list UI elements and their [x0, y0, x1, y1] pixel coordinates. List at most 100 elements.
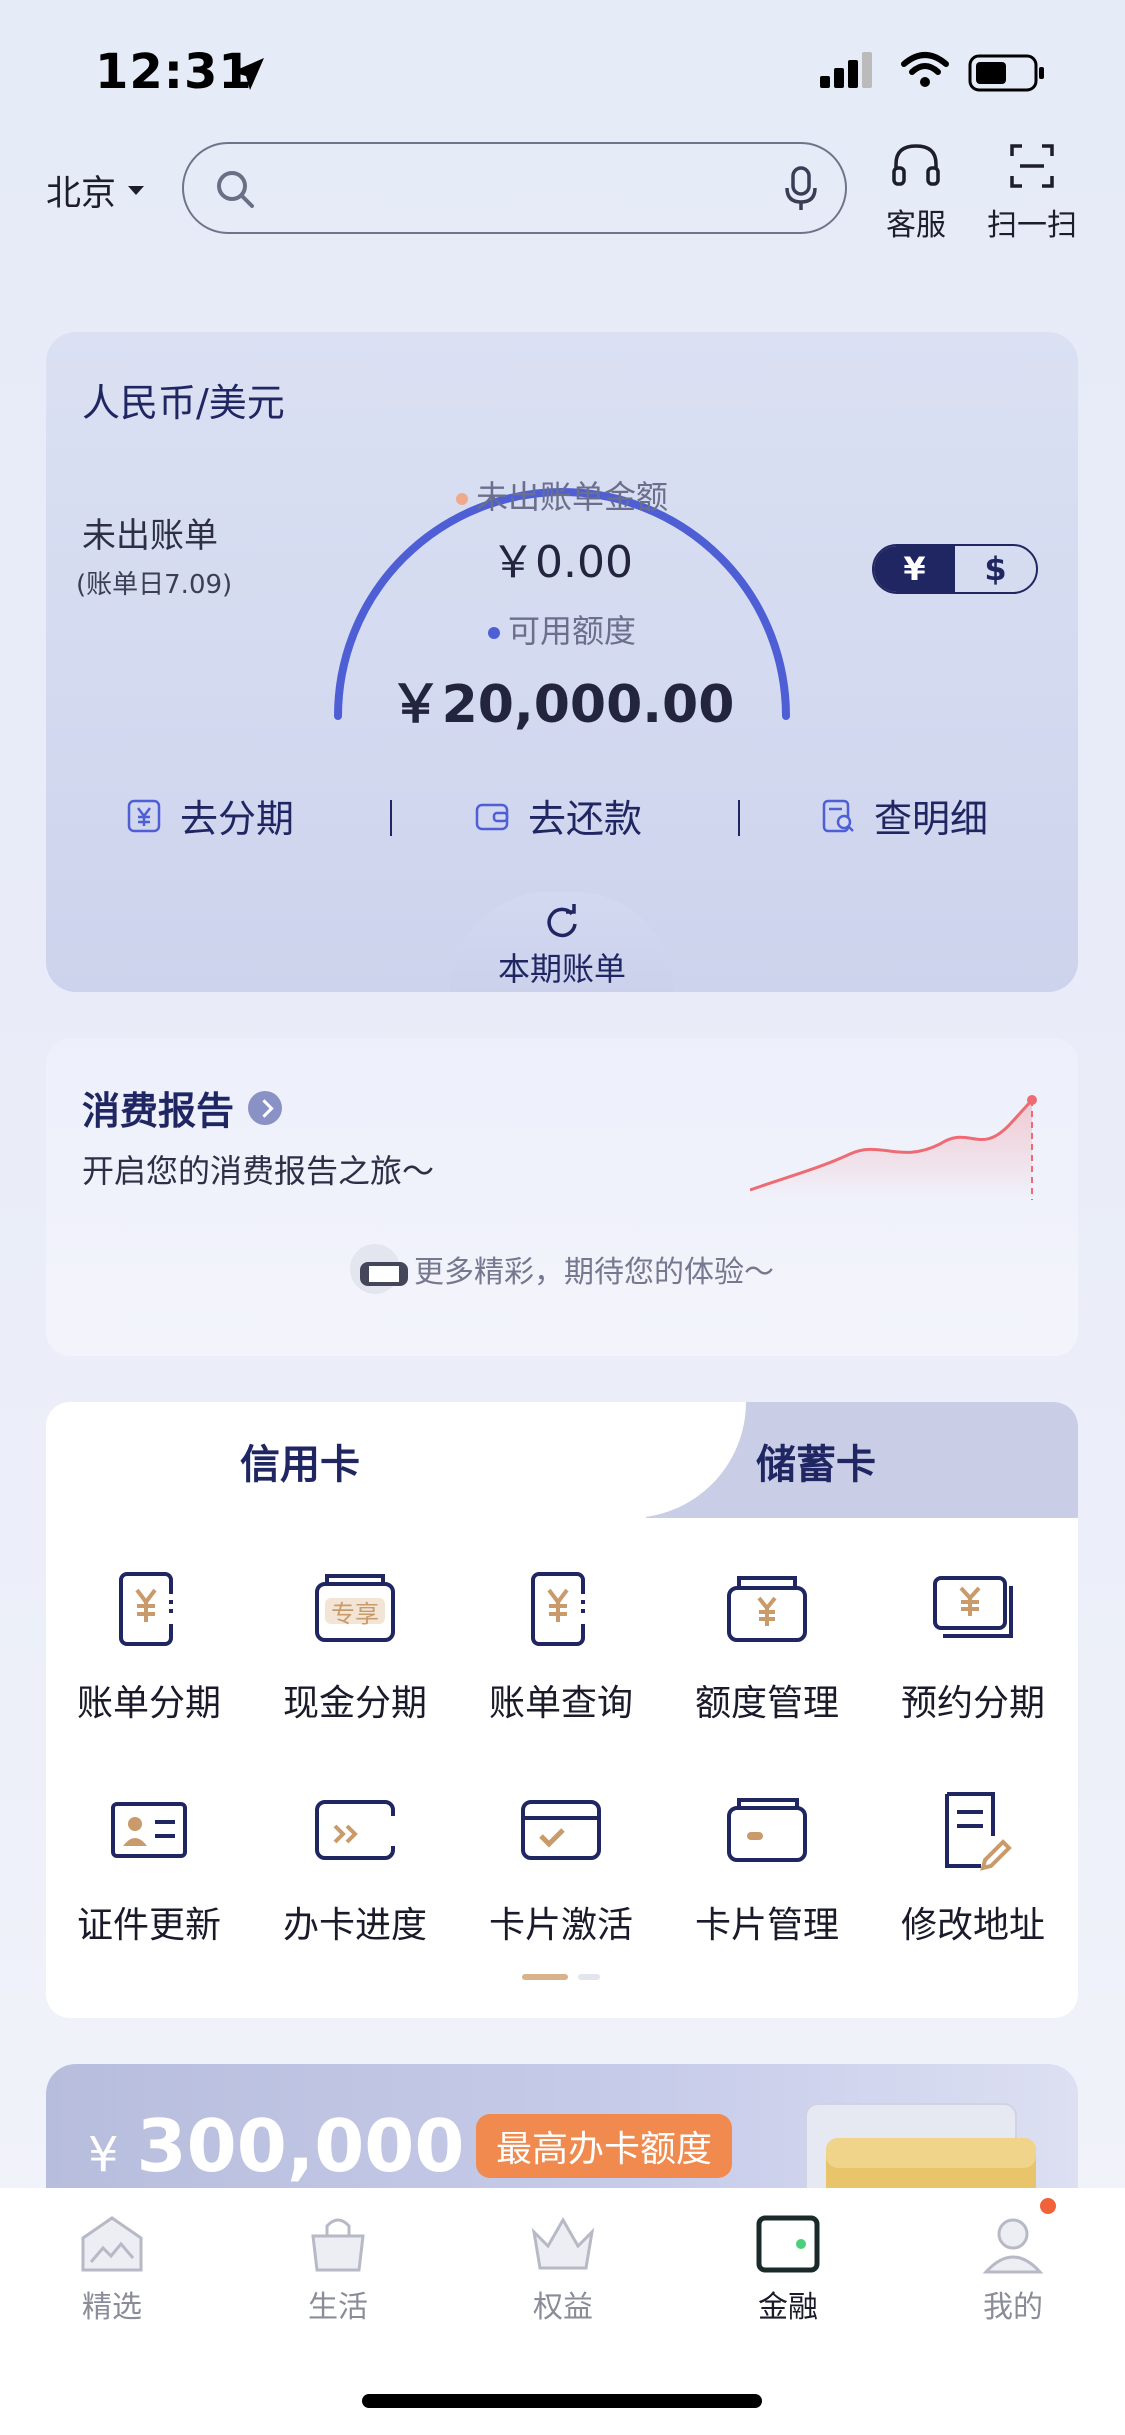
wifi-icon: [901, 52, 949, 87]
available-credit-label: 可用额度: [46, 606, 1078, 652]
featured-icon: [81, 2216, 143, 2272]
trend-chart-illustration: [750, 1095, 1037, 1202]
nav-benefits[interactable]: 权益: [493, 2212, 633, 2326]
nav-finance-label: 金融: [758, 2290, 818, 2325]
benefits-icon: [531, 2216, 595, 2270]
tab-credit-card[interactable]: 信用卡: [240, 1432, 360, 1490]
credit-limit-button[interactable]: 额度管理: [664, 1564, 870, 1726]
card-activation-button[interactable]: 卡片激活: [458, 1786, 664, 1948]
available-credit: ￥20,000.00: [389, 675, 735, 735]
application-progress-label: 办卡进度: [282, 1905, 427, 1946]
card-management-icon: [727, 1798, 807, 1862]
page-dot-active: [522, 1974, 568, 1980]
currency-toggle[interactable]: ¥ $: [872, 544, 1038, 594]
promo-badge: 最高办卡额度: [476, 2114, 733, 2178]
bill-query-icon: [531, 1572, 586, 1646]
cellular-signal-icon: [820, 52, 872, 88]
life-icon: [311, 2218, 365, 2272]
report-more-text: 更多精彩，期待您的体验～: [46, 1244, 1078, 1294]
card-management-button[interactable]: 卡片管理: [664, 1786, 870, 1948]
customer-service-label: 客服: [886, 208, 946, 243]
application-progress-button[interactable]: 办卡进度: [252, 1786, 458, 1948]
chevron-right-icon: [248, 1090, 283, 1125]
wallet-icon: [475, 803, 509, 830]
credit-limit-label: 额度管理: [694, 1683, 839, 1724]
details-button[interactable]: 查明细: [820, 788, 988, 843]
bill-installment-label: 账单分期: [76, 1683, 221, 1724]
currency-usd-option[interactable]: $: [955, 546, 1036, 592]
nav-profile[interactable]: 我的: [943, 2212, 1083, 2326]
scheduled-installment-icon: [933, 1576, 1013, 1638]
document-search-icon: [822, 799, 854, 832]
chevron-down-icon: [128, 186, 145, 195]
exclusive-badge: 专享: [331, 1600, 379, 1628]
blue-dot-icon: [487, 627, 500, 639]
notification-dot: [1040, 2198, 1056, 2214]
id-update-label: 证件更新: [76, 1905, 221, 1946]
current-period-label: 本期账单: [497, 950, 626, 988]
bill-query-label: 账单查询: [488, 1683, 633, 1724]
nav-featured-label: 精选: [82, 2290, 142, 2325]
nav-finance[interactable]: 金融: [718, 2212, 858, 2326]
application-progress-icon: [315, 1800, 396, 1860]
scheduled-installment-button[interactable]: 预约分期: [870, 1564, 1076, 1726]
bill-card: 人民币/美元 未出账单 (账单日7.09) 未出账单金额 ￥0.00 可用额度 …: [46, 332, 1078, 992]
search-icon: [217, 171, 254, 208]
scan-icon: [1010, 144, 1054, 188]
report-subtitle: 开启您的消费报告之旅～: [82, 1152, 435, 1190]
cards-panel: 信用卡 储蓄卡 账单分期 专享 现金分期 账单查询 额度管理 预约分期 证件更新…: [46, 1402, 1078, 2018]
bill-installment-icon: [119, 1572, 174, 1646]
installment-button[interactable]: 去分期: [126, 788, 294, 843]
status-bar: 12:31: [0, 0, 1125, 140]
currency-title: 人民币/美元: [82, 381, 285, 425]
profile-icon: [982, 2218, 1044, 2274]
search-input[interactable]: [182, 142, 847, 234]
card-activation-icon: [521, 1800, 601, 1860]
scheduled-installment-label: 预约分期: [900, 1683, 1045, 1724]
cash-installment-label: 现金分期: [282, 1683, 427, 1724]
page-indicator: [522, 1974, 600, 1980]
id-update-icon: [111, 1802, 187, 1858]
nav-benefits-label: 权益: [533, 2290, 593, 2325]
nav-profile-label: 我的: [983, 2290, 1043, 2325]
bill-query-button[interactable]: 账单查询: [458, 1564, 664, 1726]
scan-label: 扫一扫: [987, 208, 1077, 243]
headset-icon: [892, 144, 940, 186]
details-label: 查明细: [874, 797, 989, 841]
finance-wallet-icon: [756, 2215, 820, 2273]
panda-mascot-icon: [350, 1244, 408, 1294]
card-activation-label: 卡片激活: [488, 1905, 633, 1946]
promo-amount: ¥300,000: [88, 2104, 465, 2188]
repay-button[interactable]: 去还款: [474, 788, 642, 843]
refresh-icon: [547, 904, 577, 938]
nav-life[interactable]: 生活: [268, 2212, 408, 2326]
microphone-icon[interactable]: [781, 164, 821, 214]
divider: [390, 800, 392, 836]
page-dot: [578, 1974, 600, 1980]
orange-dot-icon: [455, 493, 468, 505]
repay-label: 去还款: [528, 797, 643, 841]
edit-address-icon: [945, 1792, 1012, 1871]
customer-service-button[interactable]: 客服: [856, 140, 976, 244]
bill-installment-button[interactable]: 账单分期: [46, 1564, 252, 1726]
credit-limit-icon: [727, 1576, 807, 1642]
report-title[interactable]: 消费报告: [82, 1080, 283, 1135]
installment-label: 去分期: [180, 797, 295, 841]
yen-card-icon: [127, 799, 161, 832]
city-selector[interactable]: 北京: [46, 165, 145, 216]
currency-rmb-option[interactable]: ¥: [874, 546, 955, 592]
battery-icon: [968, 54, 1044, 92]
unbilled-amount-label: 未出账单金额: [46, 472, 1078, 518]
nav-featured[interactable]: 精选: [42, 2212, 182, 2326]
tab-debit-card[interactable]: 储蓄卡: [756, 1432, 876, 1490]
city-label: 北京: [46, 174, 117, 214]
location-arrow-icon: [232, 58, 264, 90]
divider: [738, 800, 740, 836]
scan-button[interactable]: 扫一扫: [972, 140, 1092, 244]
id-update-button[interactable]: 证件更新: [46, 1786, 252, 1948]
edit-address-button[interactable]: 修改地址: [870, 1786, 1076, 1948]
bill-actions: 去分期 去还款 查明细: [46, 788, 1078, 848]
spending-report-card[interactable]: 消费报告 开启您的消费报告之旅～ 更多精彩，期待您的体验～: [46, 1038, 1078, 1356]
current-period-tab[interactable]: 本期账单: [412, 892, 712, 992]
cash-installment-button[interactable]: 专享 现金分期: [252, 1564, 458, 1726]
